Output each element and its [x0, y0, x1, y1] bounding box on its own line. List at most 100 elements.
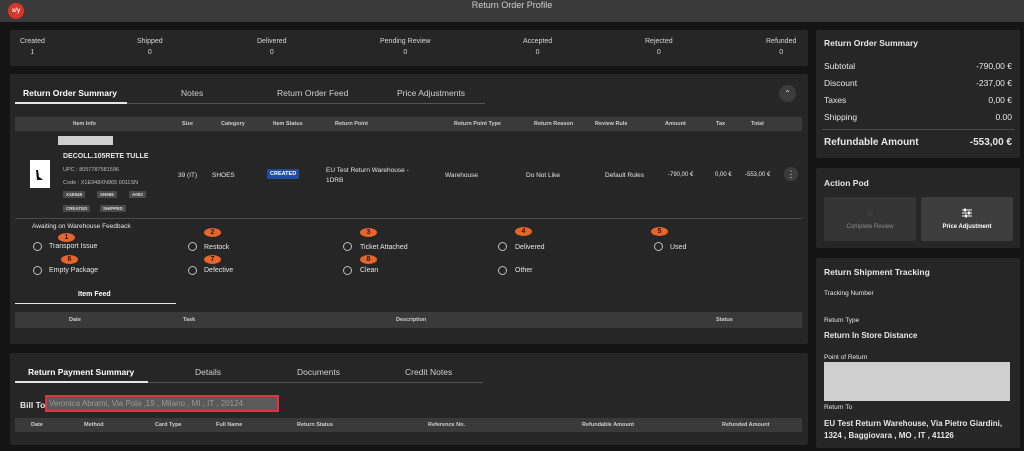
annotation-marker: 8: [360, 255, 377, 264]
col-tax: Tax: [716, 121, 726, 127]
col-item-status: Item Status: [273, 121, 303, 127]
summary-shipping-value: 0.00: [995, 112, 1012, 122]
tab-documents[interactable]: Documents: [297, 367, 340, 377]
return-to-label: Return To: [824, 404, 853, 411]
tab-return-order-summary[interactable]: Return Order Summary: [23, 88, 117, 98]
status-refunded: Refunded 0: [766, 38, 797, 56]
col-pay-return-status: Return Status: [297, 422, 334, 428]
summary-taxes-value: 0,00 €: [988, 95, 1012, 105]
feedback-title: Awaiting on Warehouse Feedback: [32, 223, 131, 230]
summary-taxes-label: Taxes: [824, 95, 847, 105]
product-name[interactable]: DECOLL.105RETE TULLE: [63, 153, 149, 160]
col-feed-date: Date: [69, 317, 81, 323]
radio-ticket-attached[interactable]: [343, 242, 352, 251]
tab-notes[interactable]: Notes: [181, 88, 203, 98]
radio-empty-package[interactable]: [33, 266, 42, 275]
complete-review-label: Complete Review: [846, 224, 894, 230]
summary-discount-value: -237,00 €: [976, 78, 1012, 88]
point-of-return-map: [824, 362, 1010, 401]
summary-shipping-label: Shipping: [824, 112, 858, 122]
item-amount: -790,00 €: [668, 172, 694, 178]
complete-review-button[interactable]: ◌ Complete Review: [824, 197, 916, 241]
radio-transport-issue[interactable]: [33, 242, 42, 251]
col-total: Total: [751, 121, 764, 127]
radio-used[interactable]: [654, 242, 663, 251]
item-tax: 0,00 €: [715, 172, 732, 178]
item-total: -553,00 €: [745, 172, 771, 178]
refundable-amount-label: Refundable Amount: [824, 137, 919, 148]
col-pay-refundable: Refundable Amount: [582, 422, 635, 428]
item-status-badge: CREATED: [267, 169, 300, 179]
point-of-return-label: Point of Return: [824, 354, 868, 361]
tab-price-adjustments[interactable]: Price Adjustments: [397, 88, 465, 98]
col-pay-card-type: Card Type: [155, 422, 182, 428]
radio-other[interactable]: [498, 266, 507, 275]
label-defective: Defective: [204, 267, 234, 274]
tab-credit-notes[interactable]: Credit Notes: [405, 367, 452, 377]
chevron-up-icon[interactable]: ⌃: [779, 85, 796, 102]
label-ticket-attached: Ticket Attached: [360, 244, 408, 251]
col-pay-reference: Reference No.: [428, 422, 465, 428]
product-thumbnail[interactable]: [30, 160, 50, 188]
item-size: 39 (IT): [178, 172, 198, 179]
payment-table-header: [15, 418, 802, 432]
col-feed-description: Description: [396, 317, 427, 323]
return-type-label: Return Type: [824, 317, 860, 324]
annotation-marker: 7: [204, 255, 221, 264]
radio-delivered[interactable]: [498, 242, 507, 251]
price-adjustment-button[interactable]: Price Adjustment: [921, 197, 1013, 241]
tab-active-indicator: [15, 303, 176, 304]
summary-subtotal-label: Subtotal: [824, 61, 856, 71]
label-delivered: Delivered: [515, 244, 545, 251]
annotation-marker: 5: [651, 227, 668, 236]
return-to-value: EU Test Return Warehouse, Via Pietro Gia…: [824, 419, 1003, 440]
product-chip: CREATED: [63, 205, 91, 212]
label-transport-issue: Transport Issue: [49, 243, 98, 250]
tab-details[interactable]: Details: [195, 367, 221, 377]
more-options-icon[interactable]: ⋮: [784, 167, 798, 181]
tab-return-payment-summary[interactable]: Return Payment Summary: [28, 367, 134, 377]
product-upc: UPC : 8057787581596: [63, 167, 119, 173]
radio-clean[interactable]: [343, 266, 352, 275]
status-delivered: Delivered 0: [257, 38, 287, 56]
price-adjustment-label: Price Adjustment: [942, 224, 992, 230]
item-return-point: EU Test Return Warehouse - 1DRB: [326, 167, 409, 184]
col-size: Size: [182, 121, 194, 127]
label-clean: Clean: [360, 267, 379, 274]
spinner-icon: ◌: [867, 208, 873, 218]
return-type-value: Return In Store Distance: [824, 331, 918, 340]
bill-to-address-highlight: Veronica Abrami, Via Pola ,19 , Milano ,…: [45, 395, 279, 412]
radio-defective[interactable]: [188, 266, 197, 275]
product-chip: X1E948: [63, 191, 86, 198]
page-title: Return Order Profile: [471, 0, 553, 10]
status-rejected: Rejected 0: [645, 38, 673, 56]
bill-to-label: Bill To: [20, 400, 46, 410]
product-chip: A093: [129, 191, 146, 198]
col-pay-method: Method: [84, 422, 104, 428]
tab-active-indicator: [15, 381, 148, 383]
product-chip: XN965: [97, 191, 117, 198]
summary-discount-label: Discount: [824, 78, 858, 88]
redacted-brand: [58, 136, 113, 145]
sliders-icon: [962, 208, 972, 218]
label-restock: Restock: [204, 244, 230, 251]
tab-item-feed[interactable]: Item Feed: [78, 291, 111, 298]
refundable-amount-value: -553,00 €: [969, 137, 1012, 148]
status-accepted: Accepted 0: [523, 38, 553, 56]
title-bar: x/y Return Order Profile: [0, 0, 1024, 22]
tab-active-indicator: [15, 102, 127, 104]
annotation-marker: 4: [515, 227, 532, 236]
annotation-marker: 6: [61, 255, 78, 264]
action-pod-title: Action Pod: [824, 178, 869, 188]
tracking-number-label: Tracking Number: [824, 290, 874, 297]
tracking-title: Return Shipment Tracking: [824, 267, 930, 277]
item-return-reason: Do Not Like: [526, 172, 560, 179]
tab-return-order-feed[interactable]: Return Order Feed: [277, 88, 348, 98]
col-return-point: Return Point: [335, 121, 368, 127]
radio-restock[interactable]: [188, 242, 197, 251]
col-item-info: Item Info: [73, 121, 96, 127]
item-review-rule: Default Rules: [605, 172, 645, 179]
col-category: Category: [221, 121, 245, 127]
label-empty-package: Empty Package: [49, 267, 99, 274]
summary-title: Return Order Summary: [824, 38, 918, 48]
